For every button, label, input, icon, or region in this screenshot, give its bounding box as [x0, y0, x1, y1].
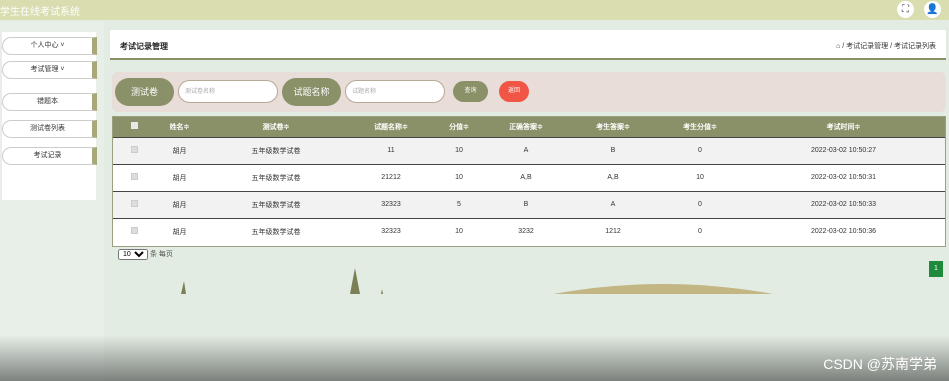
decorative-background-shapes — [181, 268, 773, 294]
sidebar-item-exam-records[interactable]: 考试记录 — [2, 147, 97, 165]
fullscreen-icon[interactable]: ⛶ — [897, 1, 914, 18]
deco-spike-tiny — [381, 289, 383, 294]
sidebar-item-test-paper-list[interactable]: 测试卷列表 — [2, 120, 97, 138]
app-title: 学生在线考试系统 — [0, 7, 80, 18]
main-content: 考试记录管理 ⌂ / 考试记录管理 / 考试记录列表 测试卷 试题名称 查询 返… — [106, 22, 949, 381]
sidebar-item-wrong-questions[interactable]: 错题本 — [2, 93, 97, 111]
deco-spike-small — [181, 281, 186, 294]
sidebar-item-exam-management[interactable]: 考试管理 ˅ — [2, 61, 97, 79]
sidebar: 个人中心 ˅ 考试管理 ˅ 错题本 测试卷列表 考试记录 — [0, 22, 104, 381]
deco-spike-tall — [350, 268, 360, 294]
sidebar-panel — [2, 32, 96, 200]
deco-hill — [553, 284, 773, 294]
sidebar-item-personal-center[interactable]: 个人中心 ˅ — [2, 37, 97, 55]
bottom-shadow — [0, 335, 949, 381]
watermark-text: CSDN @苏南学弟 — [823, 356, 937, 372]
top-bar: 学生在线考试系统 ⛶ 👤 — [0, 0, 949, 20]
user-icon[interactable]: 👤 — [924, 1, 941, 18]
